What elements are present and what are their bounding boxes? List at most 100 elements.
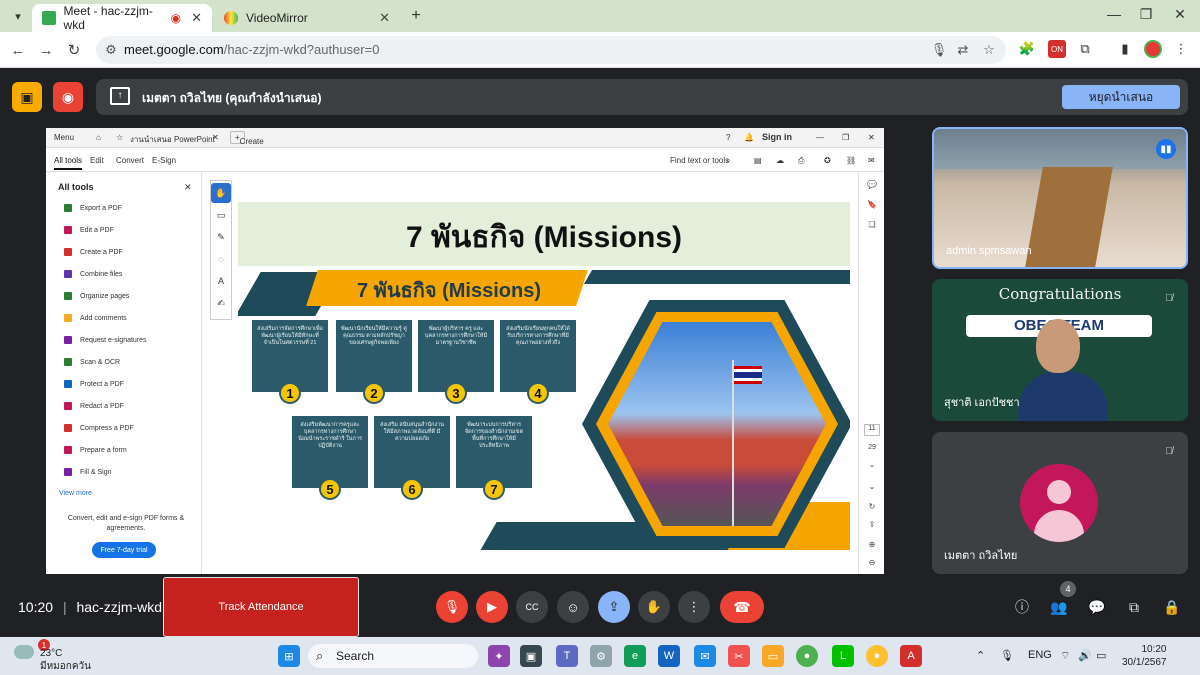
print-icon[interactable]: ⎙: [798, 156, 804, 166]
line-icon[interactable]: L: [832, 645, 854, 667]
tool-item[interactable]: Combine files: [64, 270, 122, 278]
profile-avatar-icon[interactable]: [1144, 40, 1162, 58]
tool-item[interactable]: Prepare a form: [64, 446, 127, 454]
word-icon[interactable]: W: [658, 645, 680, 667]
captions-icon[interactable]: CC: [516, 591, 548, 623]
wifi-icon[interactable]: ⌔: [1060, 649, 1070, 663]
save-icon[interactable]: ▤: [754, 156, 762, 165]
hand-tool-icon[interactable]: ✋: [211, 183, 231, 203]
tool-item[interactable]: Organize pages: [64, 292, 129, 300]
close-tab-icon[interactable]: ✕: [379, 10, 390, 26]
tool-item[interactable]: Redact a PDF: [64, 402, 124, 410]
taskbar-search[interactable]: ⌕ Search: [308, 644, 478, 668]
present-now-icon[interactable]: ⇪: [598, 591, 630, 623]
edge-icon[interactable]: e: [624, 645, 646, 667]
tab-search-icon[interactable]: ▾: [8, 6, 28, 26]
tool-item[interactable]: Request e-signatures: [64, 336, 147, 344]
tray-mic-icon[interactable]: 🎙: [1000, 649, 1014, 662]
page-number-input[interactable]: 11: [864, 424, 880, 436]
meeting-details-icon[interactable]: ⓘ: [1012, 597, 1032, 617]
stop-presenting-button[interactable]: หยุดนำเสนอ: [1062, 85, 1180, 109]
view-more-link[interactable]: View more: [59, 490, 92, 497]
tool-item[interactable]: Fill & Sign: [64, 468, 112, 476]
acrobat-icon[interactable]: A: [900, 645, 922, 667]
settings-app-icon[interactable]: ⚙: [590, 645, 612, 667]
record-icon[interactable]: ◉: [53, 82, 83, 112]
acrobat-doc-tab[interactable]: งานนำเสนอ PowerPoint: [130, 133, 215, 146]
reload-icon[interactable]: ↻: [64, 40, 84, 60]
more-menu-icon[interactable]: ⋮: [1172, 40, 1190, 58]
export-icon[interactable]: ⇪: [866, 520, 878, 532]
file-explorer-icon[interactable]: ▭: [762, 645, 784, 667]
comment-panel-icon[interactable]: 💬: [866, 180, 878, 192]
emoji-icon[interactable]: ☺: [557, 591, 589, 623]
translate-icon[interactable]: ⇄: [954, 41, 972, 59]
tab-meet[interactable]: Meet - hac-zzjm-wkd ◉ ✕: [32, 4, 212, 32]
upload-icon[interactable]: ☁: [776, 156, 784, 165]
tool-item[interactable]: Create a PDF: [64, 248, 123, 256]
create-button[interactable]: + Create: [230, 131, 264, 146]
captions-off-icon[interactable]: ▣: [12, 82, 42, 112]
activities-icon[interactable]: ⧉: [1124, 597, 1144, 617]
zoom-in-icon[interactable]: ⊕: [866, 540, 878, 552]
comment-tool-icon[interactable]: ▭: [211, 205, 231, 225]
close-tab-icon[interactable]: ✕: [191, 10, 202, 26]
host-controls-icon[interactable]: 🔒: [1162, 597, 1182, 617]
extensions-puzzle-icon[interactable]: ⧉: [1076, 40, 1094, 58]
help-icon[interactable]: ?: [726, 133, 730, 142]
extension-icon[interactable]: 🧩: [1018, 40, 1036, 58]
tab-esign[interactable]: E-Sign: [152, 156, 176, 165]
tab-edit[interactable]: Edit: [90, 156, 104, 165]
on-extension-icon[interactable]: ON: [1048, 40, 1066, 58]
chrome-icon[interactable]: ●: [796, 645, 818, 667]
free-trial-button[interactable]: Free 7-day trial: [92, 542, 156, 558]
pages-panel-icon[interactable]: ❏: [866, 220, 878, 232]
people-icon[interactable]: 👥: [1049, 597, 1069, 617]
close-panel-icon[interactable]: ✕: [184, 182, 192, 193]
start-icon[interactable]: ⊞: [278, 645, 300, 667]
page-down-icon[interactable]: ⌄: [866, 482, 878, 494]
chat-icon[interactable]: 💬: [1087, 597, 1107, 617]
link-icon[interactable]: ⛓: [846, 156, 856, 165]
battery-icon[interactable]: ▭: [1096, 649, 1106, 662]
end-call-icon[interactable]: ☎: [720, 591, 764, 623]
bookmark-panel-icon[interactable]: 🔖: [866, 200, 878, 212]
text-tool-icon[interactable]: A: [211, 271, 231, 291]
url-text[interactable]: meet.google.com/hac-zzjm-wkd?authuser=0: [124, 42, 379, 57]
side-panel-icon[interactable]: ▮: [1116, 40, 1134, 58]
participant-tile[interactable]: Congratulations OBEC TEAM 🎙̸ สุชาติ เอกป…: [932, 279, 1188, 421]
acrobat-minimize-icon[interactable]: —: [816, 133, 824, 142]
email-icon[interactable]: ✉: [868, 156, 875, 165]
home-icon[interactable]: ⌂: [96, 133, 101, 142]
camera-toggle-icon[interactable]: ▶: [476, 591, 508, 623]
omnibox[interactable]: ⚙ meet.google.com/hac-zzjm-wkd?authuser=…: [96, 36, 1006, 64]
forward-icon[interactable]: →: [36, 40, 56, 60]
participant-tile[interactable]: 🎙̸ เมตตา ถวิลไทย: [932, 432, 1188, 574]
restore-icon[interactable]: ❐: [1136, 6, 1156, 23]
copilot-icon[interactable]: ✦: [488, 645, 510, 667]
teams-icon[interactable]: T: [556, 645, 578, 667]
tool-item[interactable]: Protect a PDF: [64, 380, 124, 388]
ai-assistant-icon[interactable]: ✪: [824, 156, 831, 165]
more-options-icon[interactable]: ⋮: [678, 591, 710, 623]
tool-item[interactable]: Edit a PDF: [64, 226, 114, 234]
microphone-icon[interactable]: 🎙: [930, 41, 948, 59]
tool-item[interactable]: Scan & OCR: [64, 358, 120, 366]
tab-all-tools[interactable]: All tools: [54, 156, 83, 170]
language-indicator[interactable]: ENG: [1028, 649, 1052, 661]
task-view-icon[interactable]: ▣: [520, 645, 542, 667]
star-icon[interactable]: ☆: [116, 133, 123, 142]
mail-icon[interactable]: ✉: [694, 645, 716, 667]
new-tab-icon[interactable]: +: [406, 6, 426, 26]
tool-item[interactable]: Export a PDF: [64, 204, 122, 212]
close-doc-icon[interactable]: ✕: [212, 133, 219, 142]
acrobat-menu[interactable]: Menu: [54, 133, 74, 142]
sign-in-link[interactable]: Sign in: [762, 132, 792, 142]
tool-item[interactable]: Add comments: [64, 314, 127, 322]
mic-toggle-icon[interactable]: 🎙: [436, 591, 468, 623]
lasso-tool-icon[interactable]: ◌: [211, 249, 231, 269]
volume-icon[interactable]: 🔊: [1078, 649, 1092, 662]
tab-convert[interactable]: Convert: [116, 156, 144, 165]
raise-hand-icon[interactable]: ✋: [638, 591, 670, 623]
back-icon[interactable]: ←: [8, 40, 28, 60]
